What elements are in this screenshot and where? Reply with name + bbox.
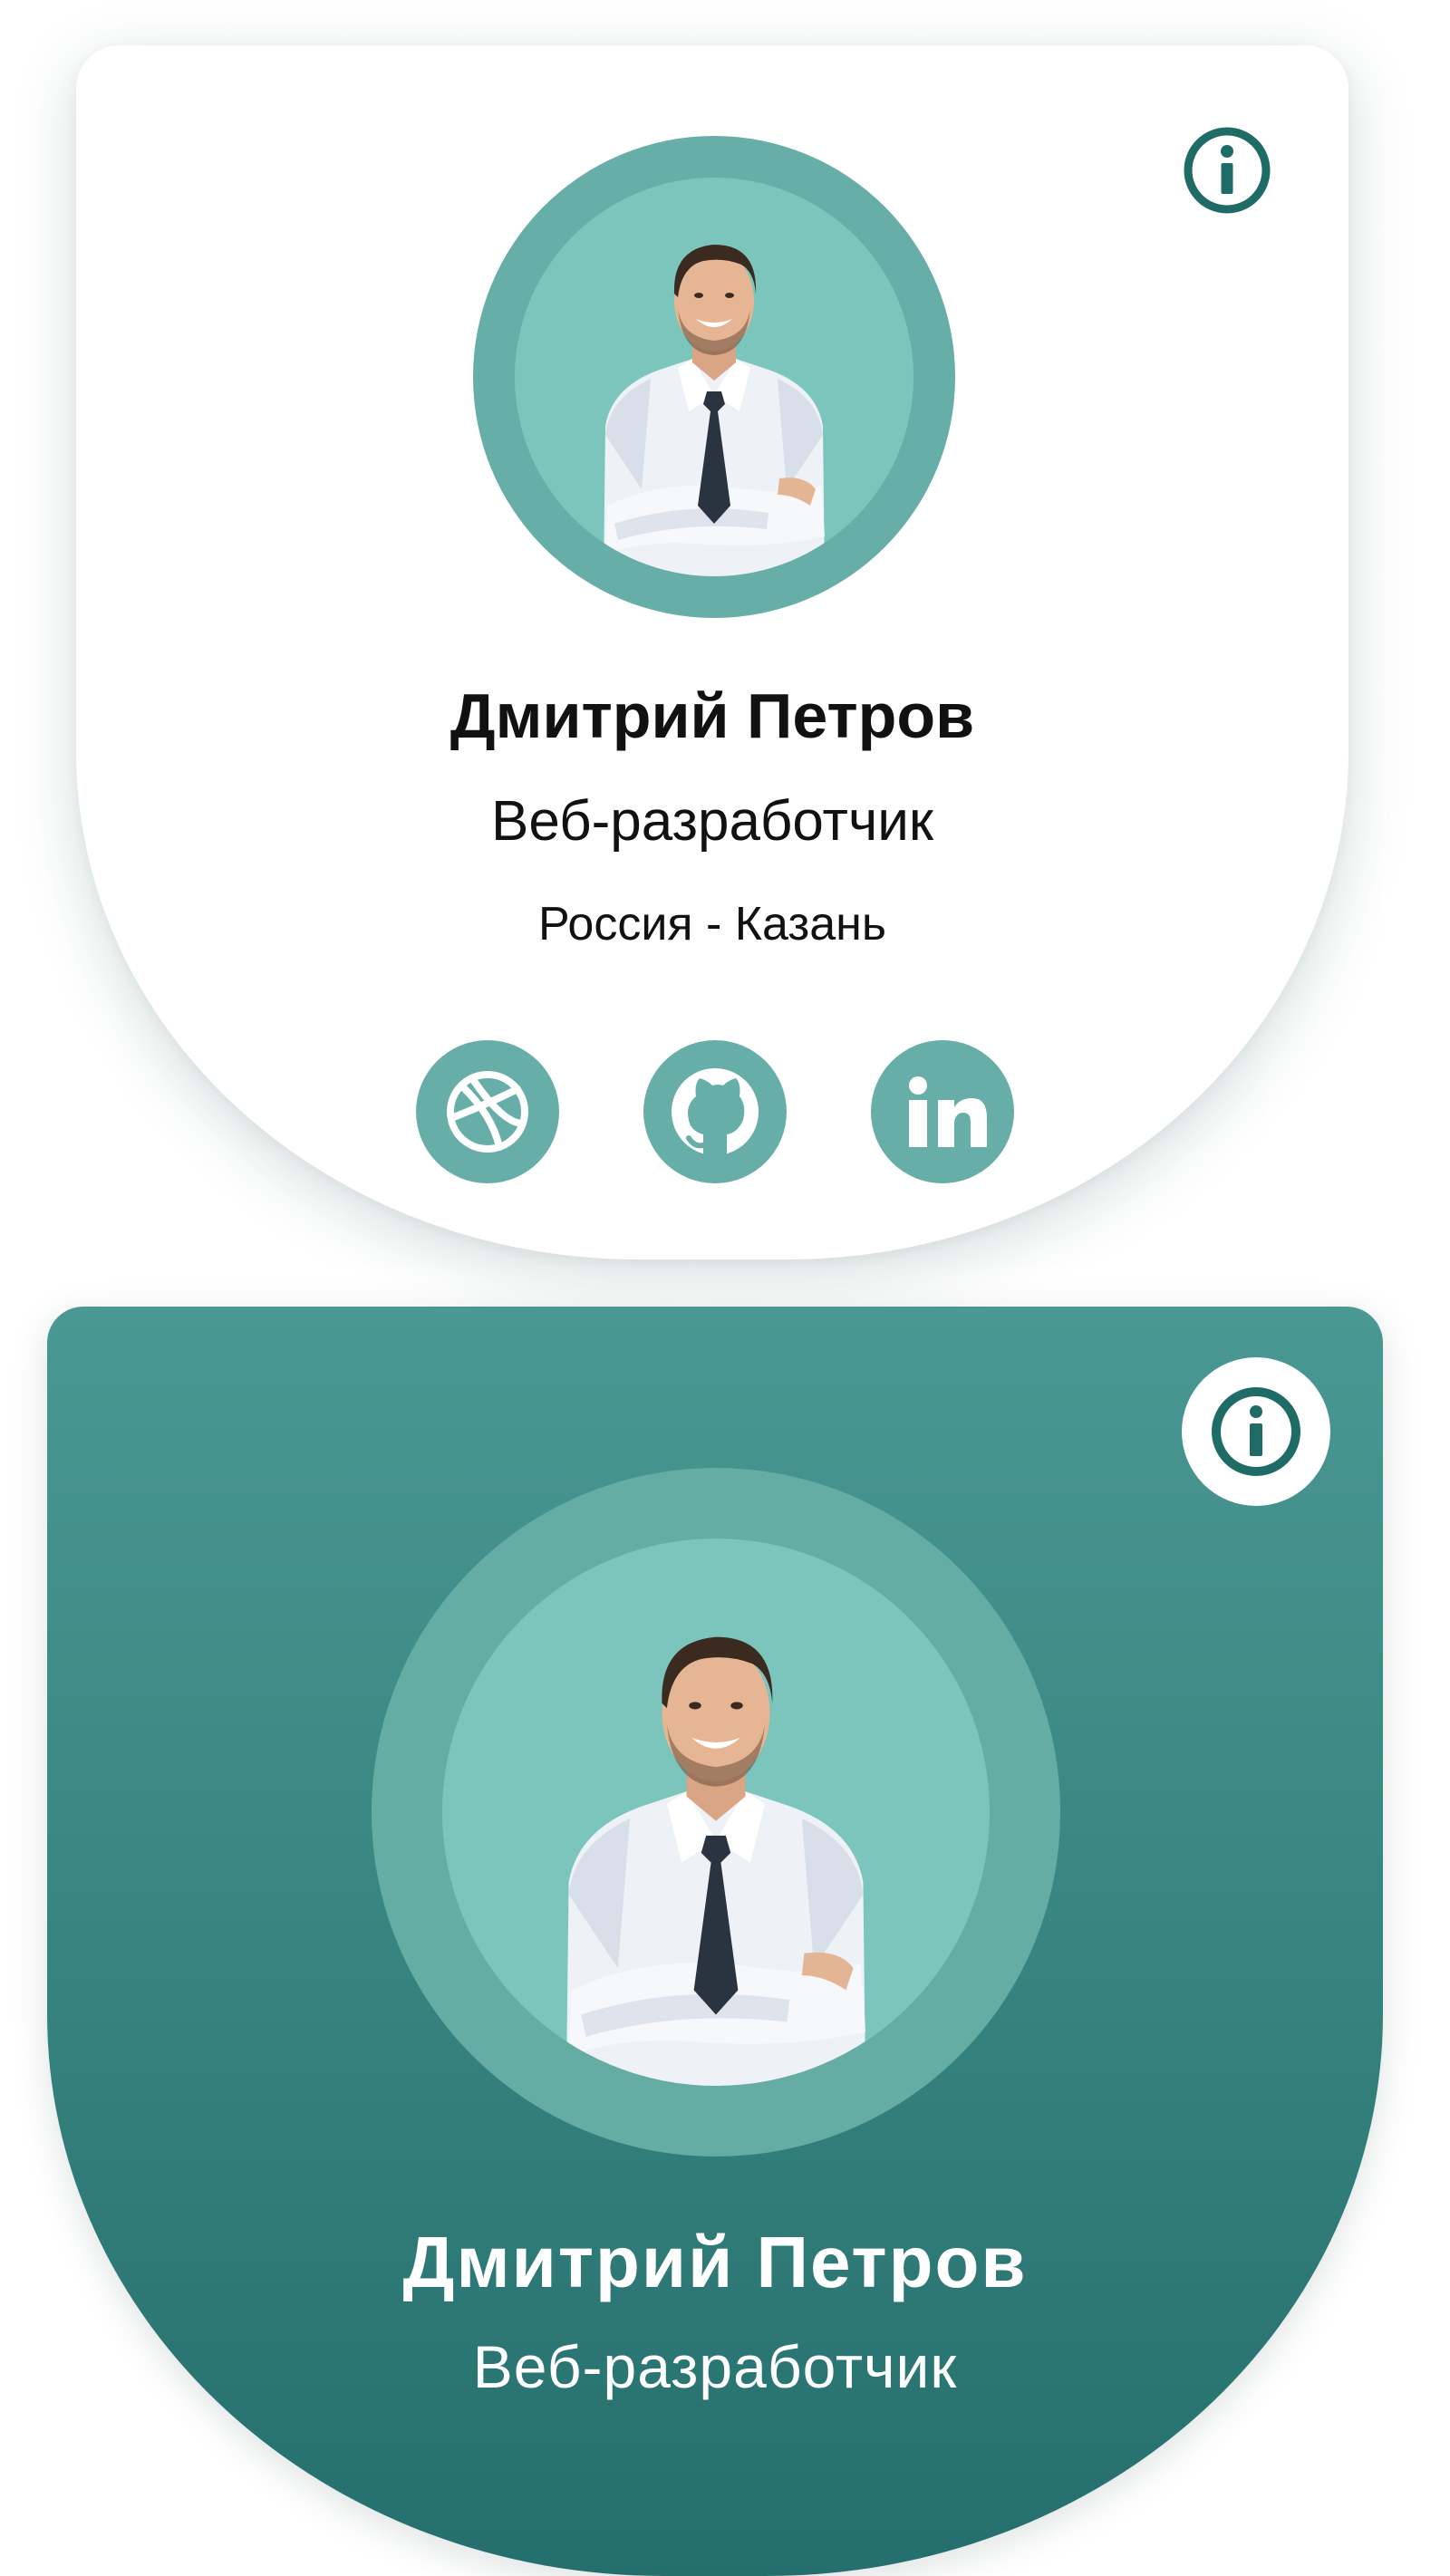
profile-card-dark: Дмитрий Петров Веб-разработчик — [47, 1307, 1383, 2576]
linkedin-icon — [909, 1076, 987, 1147]
profile-role: Веб-разработчик — [490, 790, 934, 853]
info-button[interactable] — [1182, 1357, 1330, 1506]
profile-name: Дмитрий Петров — [402, 2222, 1028, 2302]
dribbble-icon — [447, 1071, 528, 1153]
avatar — [372, 1468, 1060, 2156]
info-circle-icon — [1182, 1357, 1330, 1506]
linkedin-button[interactable] — [871, 1040, 1014, 1183]
profile-name: Дмитрий Петров — [450, 680, 975, 751]
github-button[interactable] — [643, 1040, 787, 1183]
info-button[interactable] — [1180, 123, 1274, 217]
avatar-photo-frame — [515, 178, 914, 576]
profile-role: Веб-разработчик — [472, 2333, 958, 2400]
info-circle-icon — [1184, 127, 1271, 214]
profile-photo — [604, 245, 825, 576]
avatar-photo-frame — [442, 1539, 990, 2086]
avatar — [473, 136, 955, 618]
page: Дмитрий Петров Веб-разработчик Россия - … — [0, 0, 1450, 2576]
profile-location: Россия - Казань — [538, 898, 886, 950]
profile-photo — [566, 1636, 866, 2086]
github-icon — [672, 1068, 759, 1156]
dribbble-button[interactable] — [416, 1040, 559, 1183]
profile-card-light: Дмитрий Петров Веб-разработчик Россия - … — [76, 45, 1348, 1259]
